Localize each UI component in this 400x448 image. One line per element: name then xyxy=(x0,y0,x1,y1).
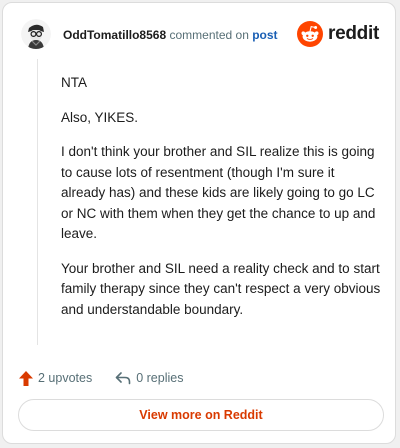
comment-paragraph: NTA xyxy=(61,75,87,90)
brand-wordmark: reddit xyxy=(328,23,379,44)
replies-button[interactable]: 0 replies xyxy=(114,370,183,386)
reddit-snoo-icon xyxy=(297,21,324,47)
upvote-button[interactable]: 2 upvotes xyxy=(18,370,92,387)
reddit-brand-logo[interactable]: reddit xyxy=(297,20,379,48)
upvote-count: 2 upvotes xyxy=(38,371,93,385)
avatar-icon xyxy=(21,19,51,49)
commented-on-text: commented on xyxy=(169,28,249,42)
post-link[interactable]: post xyxy=(252,28,277,42)
comment-actions: 2 upvotes 0 replies xyxy=(18,367,183,389)
username-link[interactable]: OddTomatillo8568 xyxy=(63,28,166,42)
thread-line xyxy=(37,59,38,345)
upvote-arrow-icon xyxy=(19,370,33,386)
comment-byline: OddTomatillo8568 commented on post xyxy=(63,28,278,42)
comment-header: OddTomatillo8568 commented on post reddi… xyxy=(21,17,379,55)
user-avatar[interactable] xyxy=(21,19,51,49)
view-more-button[interactable]: View more on Reddit xyxy=(18,399,384,431)
reddit-comment-embed: OddTomatillo8568 commented on post reddi… xyxy=(2,2,396,444)
comment-paragraph: I don't think your brother and SIL reali… xyxy=(61,144,376,241)
reply-arrow-icon xyxy=(115,372,131,385)
comment-paragraph: Your brother and SIL need a reality chec… xyxy=(61,260,381,317)
comment-paragraph: Also, YIKES. xyxy=(61,109,139,125)
comment-body: NTA Also, YIKES. I don't think your brot… xyxy=(61,73,381,334)
reply-count: 0 replies xyxy=(136,371,184,385)
